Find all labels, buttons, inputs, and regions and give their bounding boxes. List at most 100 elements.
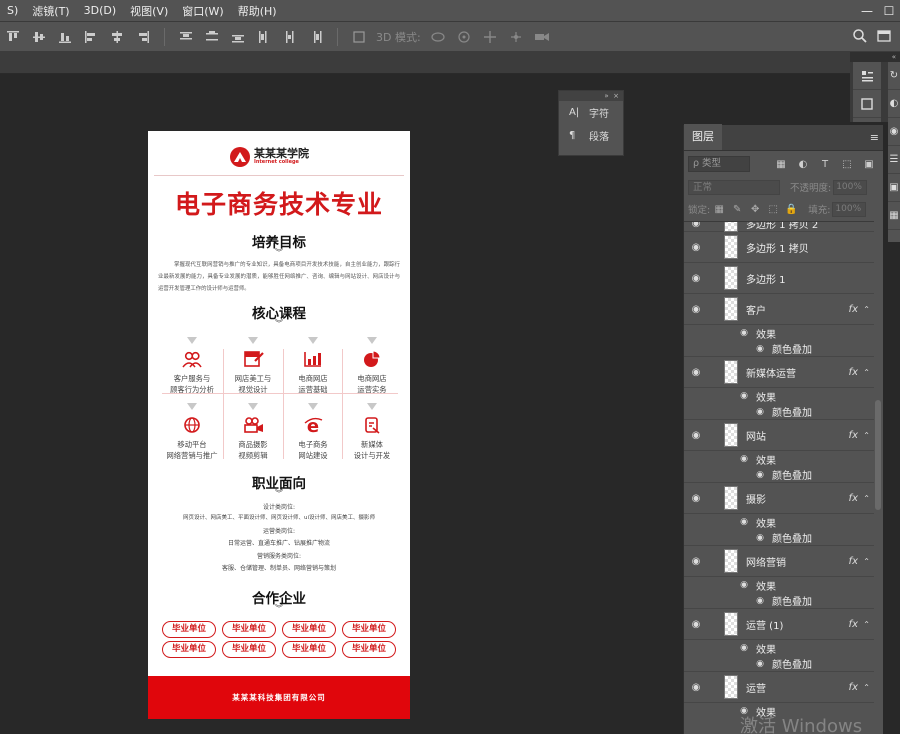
layer-row[interactable]: ◉ 多边形 1 拷贝 [684,232,874,263]
tab-layers[interactable]: 图层 [684,124,722,150]
chevron-up-icon[interactable]: ⌃ [863,431,870,440]
chevron-up-icon[interactable]: ⌃ [863,557,870,566]
effect-color-overlay-row[interactable]: ◉ 颜色叠加 [684,593,874,609]
align-horizontal-centers-icon[interactable] [108,28,126,46]
opacity-input[interactable]: 100% [833,179,868,195]
effect-color-overlay-row[interactable]: ◉ 颜色叠加 [684,656,874,672]
lock-all-icon[interactable]: 🔒 [782,204,800,215]
layer-row[interactable]: ◉ 多边形 1 [684,263,874,294]
close-icon[interactable]: × [613,92,619,100]
layer-row[interactable]: ◉ 摄影 fx ⌃ [684,483,874,514]
layers-scrollbar[interactable] [875,400,881,510]
visibility-eye-icon[interactable]: ◉ [684,367,708,378]
visibility-eye-icon[interactable]: ◉ [684,619,708,630]
visibility-eye-icon[interactable]: ◉ [684,304,708,315]
type-filter-icon[interactable]: T [814,159,836,170]
layer-row[interactable]: ◉ 运营 fx ⌃ [684,672,874,703]
effect-color-overlay-row[interactable]: ◉ 颜色叠加 [684,341,874,357]
document-canvas[interactable]: 某某某学院 Internet college 电子商务技术专业 培养目标 ︾ 掌… [148,131,410,719]
visibility-eye-icon[interactable]: ◉ [684,556,708,567]
workspace-icon[interactable] [876,28,894,46]
menu-item-window[interactable]: 窗口(W) [175,3,230,19]
roll-3d-icon[interactable] [455,28,473,46]
effects-row[interactable]: ◉ 效果 [684,388,874,404]
effect-color-overlay-row[interactable]: ◉ 颜色叠加 [684,530,874,546]
fx-icon[interactable]: fx [849,682,858,693]
align-right-edges-icon[interactable] [134,28,152,46]
libraries-icon[interactable] [853,90,881,118]
visibility-eye-icon[interactable]: ◉ [684,222,708,229]
layer-row[interactable]: ◉ 网站 fx ⌃ [684,420,874,451]
lock-image-icon[interactable]: ✎ [728,204,746,215]
visibility-eye-icon[interactable]: ◉ [732,328,756,338]
search-icon[interactable] [852,28,870,46]
chevron-up-icon[interactable]: ⌃ [863,368,870,377]
effects-row[interactable]: ◉ 效果 [684,640,874,656]
visibility-eye-icon[interactable]: ◉ [748,659,772,669]
filter-kind-select[interactable]: ρ 类型 [688,156,750,172]
pixel-filter-icon[interactable]: ▦ [770,159,792,170]
history-icon[interactable]: ↻ [888,62,900,90]
fill-input[interactable]: 100% [832,201,867,217]
effects-row[interactable]: ◉ 效果 [684,514,874,530]
drag-3d-icon[interactable] [481,28,499,46]
orbit-3d-icon[interactable] [429,28,447,46]
layer-row[interactable]: ◉ 多边形 1 拷贝 2 [684,222,874,232]
chevron-up-icon[interactable]: ⌃ [863,494,870,503]
visibility-eye-icon[interactable]: ◉ [748,596,772,606]
effect-color-overlay-row[interactable]: ◉ 颜色叠加 [684,404,874,420]
visibility-eye-icon[interactable]: ◉ [732,580,756,590]
visibility-eye-icon[interactable]: ◉ [732,391,756,401]
blend-mode-select[interactable]: 正常 [688,179,780,195]
visibility-eye-icon[interactable]: ◉ [684,242,708,253]
menu-item-help[interactable]: 帮助(H) [231,3,284,19]
paragraph-panel-button[interactable]: ¶ 段落 [559,124,623,147]
distribute-top-icon[interactable] [177,28,195,46]
chevron-up-icon[interactable]: ⌃ [863,305,870,314]
visibility-eye-icon[interactable]: ◉ [732,454,756,464]
adjustment-filter-icon[interactable]: ◐ [792,159,814,170]
video-camera-icon[interactable] [533,28,551,46]
visibility-eye-icon[interactable]: ◉ [748,470,772,480]
distribute-horizontal-centers-icon[interactable] [281,28,299,46]
layer-row[interactable]: ◉ 新媒体运营 fx ⌃ [684,357,874,388]
menu-item-3d[interactable]: 3D(D) [77,4,124,17]
fx-icon[interactable]: fx [849,556,858,567]
minimize-button[interactable]: — [856,0,878,22]
fx-icon[interactable]: fx [849,367,858,378]
character-panel-button[interactable]: A| 字符 [559,101,623,124]
smart-object-filter-icon[interactable]: ▣ [858,159,880,170]
swatches-icon[interactable]: ▦ [888,202,900,230]
align-top-edges-icon[interactable] [4,28,22,46]
paths-icon[interactable]: ▣ [888,174,900,202]
distribute-vertical-centers-icon[interactable] [203,28,221,46]
distribute-right-icon[interactable] [307,28,325,46]
collapse-icon[interactable]: » [604,92,608,100]
adjustments-icon[interactable]: ◐ [888,90,900,118]
distribute-bottom-icon[interactable] [229,28,247,46]
lock-artboard-icon[interactable]: ⬚ [764,204,782,215]
chevron-up-icon[interactable]: ⌃ [863,683,870,692]
layer-row[interactable]: ◉ 网络营销 fx ⌃ [684,546,874,577]
lock-transparency-icon[interactable]: ▦ [710,204,728,215]
layer-row[interactable]: ◉ 客户 fx ⌃ [684,294,874,325]
layer-row[interactable]: ◉ 运营 (1) fx ⌃ [684,609,874,640]
visibility-eye-icon[interactable]: ◉ [748,533,772,543]
auto-align-icon[interactable] [350,28,368,46]
effects-row[interactable]: ◉ 效果 [684,451,874,467]
visibility-eye-icon[interactable]: ◉ [684,682,708,693]
effects-row[interactable]: ◉ 效果 [684,577,874,593]
shape-filter-icon[interactable]: ⬚ [836,159,858,170]
properties-icon[interactable] [853,62,881,90]
visibility-eye-icon[interactable]: ◉ [684,273,708,284]
effects-row[interactable]: ◉ 效果 [684,325,874,341]
visibility-eye-icon[interactable]: ◉ [732,517,756,527]
fx-icon[interactable]: fx [849,430,858,441]
visibility-eye-icon[interactable]: ◉ [732,643,756,653]
align-bottom-edges-icon[interactable] [56,28,74,46]
align-vertical-centers-icon[interactable] [30,28,48,46]
lock-position-icon[interactable]: ✥ [746,204,764,215]
visibility-eye-icon[interactable]: ◉ [748,407,772,417]
fx-icon[interactable]: fx [849,304,858,315]
fx-icon[interactable]: fx [849,619,858,630]
